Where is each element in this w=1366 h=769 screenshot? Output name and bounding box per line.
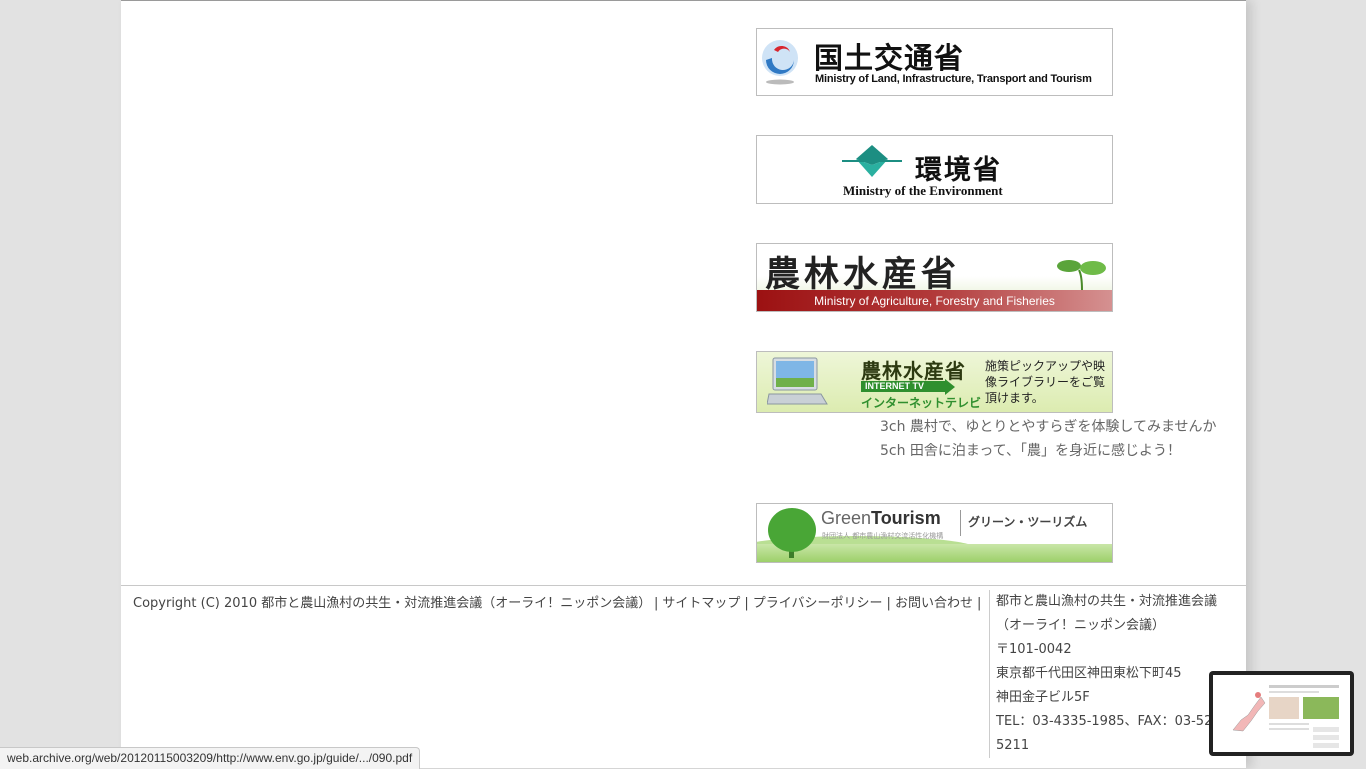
green-tourism-banner-link[interactable]: GreenTourism 財団法人 都市農山漁村交流活性化機構 グリーン・ツーリ… [756, 503, 1113, 563]
maff-tv-description: 施策ピックアップや映像ライブラリーをご覧頂けます。 [985, 359, 1106, 405]
sprout-icon [1057, 260, 1106, 290]
channel-5-link[interactable]: 5ch 田舎に泊まって、「農」を身近に感じよう！ [880, 440, 1181, 460]
address-line: 都市と農山漁村の共生・対流推進会議 [996, 594, 1218, 609]
pipe-separator: | [744, 596, 749, 611]
divider [960, 510, 961, 536]
env-name-jp: 環境省 [915, 155, 1002, 186]
internet-tv-kana: インターネットテレビ [861, 396, 982, 410]
mlit-name-jp: 国土交通省 [814, 41, 965, 75]
address-line: 5211 [996, 738, 1030, 753]
maff-banner-link[interactable]: 農林水産省 Ministry of Agriculture, Forestry … [756, 243, 1113, 312]
channel-3-link[interactable]: 3ch 農村で、ゆとりとやすらぎを体験してみませんか [880, 416, 1217, 436]
address-line: 〒101-0042 [996, 642, 1072, 657]
mlit-banner-link[interactable]: 国土交通省 Ministry of Land, Infrastructure, … [756, 28, 1113, 96]
green-tourism-org: 財団法人 都市農山漁村交流活性化機構 [822, 532, 944, 540]
maff-tv-banner-link[interactable]: 農林水産省 INTERNET TV インターネットテレビ 施策ピックアップや映像… [756, 351, 1113, 413]
sitemap-link[interactable]: サイトマップ [662, 596, 740, 611]
green-tourism-title-light: Green [821, 508, 872, 528]
address-divider [989, 590, 990, 758]
thumbnail-map-icon [1213, 675, 1350, 752]
address-line: 東京都千代田区神田東松下町45 [996, 666, 1182, 681]
address-line: TEL：03-4335-1985、FAX：03-52 [996, 714, 1213, 729]
thumbnail-content [1213, 675, 1350, 752]
maff-name-en: Ministry of Agriculture, Forestry and Fi… [757, 290, 1112, 311]
footer-divider [121, 585, 1246, 586]
mlit-logo-icon [762, 40, 798, 85]
green-tourism-title: GreenTourism [821, 508, 941, 529]
green-tourism-title-bold: Tourism [871, 508, 941, 528]
laptop-icon [767, 357, 828, 405]
address-line: （オーライ！ニッポン会議） [996, 618, 1166, 633]
env-banner-link[interactable]: 環境省 Ministry of the Environment [756, 135, 1113, 204]
contact-link[interactable]: お問い合わせ [895, 596, 973, 611]
pipe-separator: | [976, 596, 982, 611]
green-tourism-kana: グリーン・ツーリズム [968, 515, 1088, 529]
arrow-icon [945, 379, 955, 395]
privacy-policy-link[interactable]: プライバシーポリシー [753, 596, 883, 611]
mlit-name-en: Ministry of Land, Infrastructure, Transp… [815, 73, 1092, 85]
env-name-en: Ministry of the Environment [843, 183, 1003, 198]
pipe-separator: | [886, 596, 891, 611]
status-bar-url: web.archive.org/web/20120115003209/http:… [0, 747, 421, 769]
footer-address: 都市と農山漁村の共生・対流推進会議 （オーライ！ニッポン会議） 〒101-004… [996, 590, 1218, 758]
pipe-separator: | [654, 596, 659, 611]
internet-tv-label: INTERNET TV [861, 381, 945, 392]
copyright-text: Copyright (C) 2010 都市と農山漁村の共生・対流推進会議（オーラ… [133, 596, 652, 611]
footer-links: | サイトマップ | プライバシーポリシー | お問い合わせ | [650, 592, 985, 611]
env-logo-icon [842, 145, 902, 177]
tree-icon [768, 508, 816, 558]
address-line: 神田金子ビル5F [996, 690, 1090, 705]
page-thumbnail-preview[interactable] [1209, 671, 1354, 756]
